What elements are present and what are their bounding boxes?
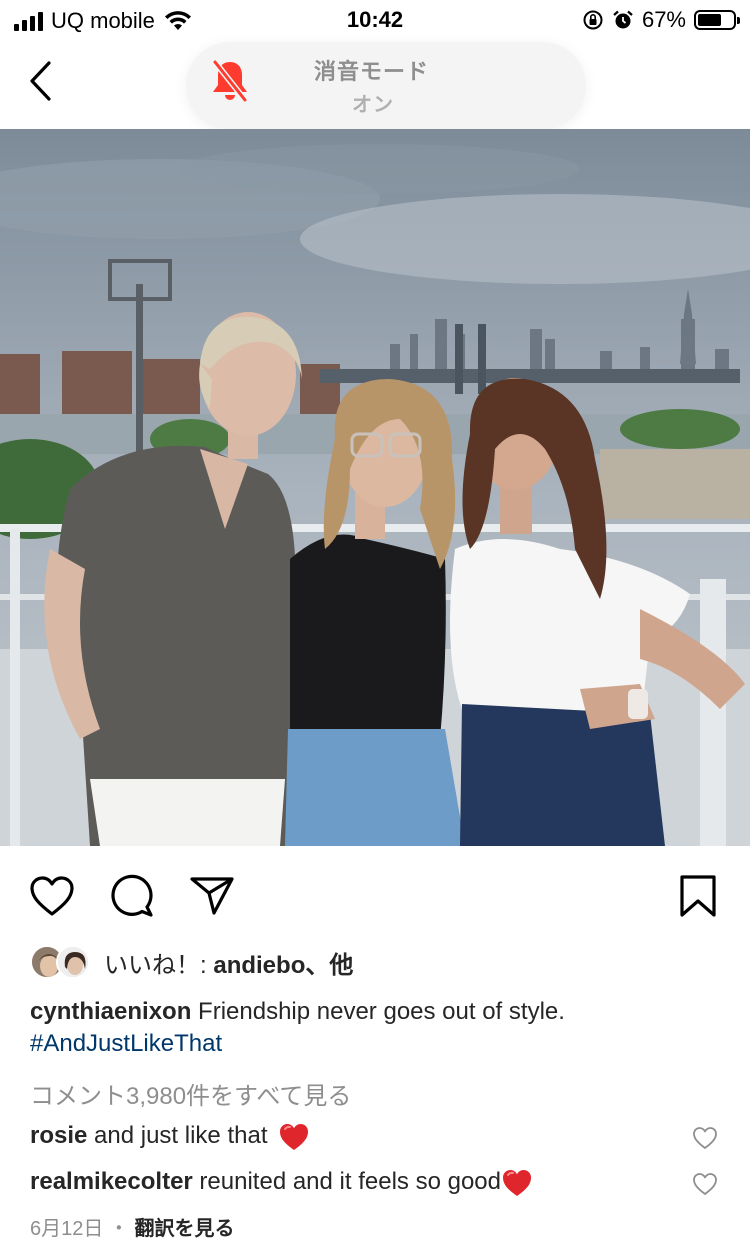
view-all-comments-link[interactable]: コメント3,980件をすべて見る xyxy=(30,1076,351,1111)
post-header: 消音モード オン xyxy=(0,40,750,130)
chevron-left-icon xyxy=(30,61,51,101)
meta-separator: ・ xyxy=(103,1218,135,1240)
red-heart-emoji-icon xyxy=(502,1169,531,1196)
post-caption: cynthiaenixon Friendship never goes out … xyxy=(30,996,720,1060)
liker-username: andiebo xyxy=(213,951,306,979)
liker-avatars xyxy=(30,943,94,981)
bookmark-icon xyxy=(680,875,716,917)
caption-hashtag[interactable]: #AndJustLikeThat xyxy=(30,1028,720,1060)
status-bar: UQ mobile 10:42 67% xyxy=(0,0,750,40)
comment-button[interactable] xyxy=(108,872,156,920)
status-right: 67% xyxy=(582,7,740,33)
silent-mode-state: オン xyxy=(352,94,394,116)
battery-icon xyxy=(694,10,740,30)
save-button[interactable] xyxy=(674,872,722,920)
comment-row: realmikecolter reunited and it feels so … xyxy=(30,1166,720,1200)
share-button[interactable] xyxy=(188,872,236,920)
comment-like-heart-icon[interactable] xyxy=(692,1172,718,1196)
comment-row: rosie and just like that xyxy=(30,1120,720,1154)
alarm-icon xyxy=(613,10,633,29)
silent-mode-title: 消音モード xyxy=(314,59,430,84)
post-photo[interactable] xyxy=(0,129,750,846)
photo-illustration xyxy=(0,129,750,846)
like-button[interactable] xyxy=(28,872,76,920)
caption-text: Friendship never goes out of style. xyxy=(191,998,565,1025)
comment-text: and just like that xyxy=(87,1122,275,1149)
post-date: 6月12日 xyxy=(30,1218,104,1240)
avatar xyxy=(56,945,90,979)
back-button[interactable] xyxy=(20,58,60,104)
post-actions xyxy=(0,846,750,942)
orientation-lock-icon xyxy=(583,10,603,30)
battery-fill xyxy=(698,14,721,26)
bell-slash-icon xyxy=(212,59,248,103)
likes-summary[interactable]: いいね！: andiebo、他 xyxy=(30,942,353,982)
paper-plane-icon xyxy=(190,877,234,915)
caption-username[interactable]: cynthiaenixon xyxy=(30,998,191,1025)
translate-link[interactable]: 翻訳を見る xyxy=(135,1218,235,1240)
comment-username[interactable]: rosie xyxy=(30,1122,87,1149)
post-meta: 6月12日 ・ 翻訳を見る xyxy=(30,1212,235,1241)
comment-text: reunited and it feels so good xyxy=(192,1168,501,1195)
battery-percent: 67% xyxy=(641,7,686,32)
comment-like-heart-icon[interactable] xyxy=(692,1126,718,1150)
heart-icon xyxy=(30,876,74,916)
red-heart-emoji-icon xyxy=(280,1123,309,1150)
comment-icon xyxy=(111,874,153,917)
comment-username[interactable]: realmikecolter xyxy=(30,1168,193,1195)
likes-text: いいね！: andiebo、他 xyxy=(104,951,354,979)
silent-mode-banner: 消音モード オン xyxy=(186,42,586,130)
